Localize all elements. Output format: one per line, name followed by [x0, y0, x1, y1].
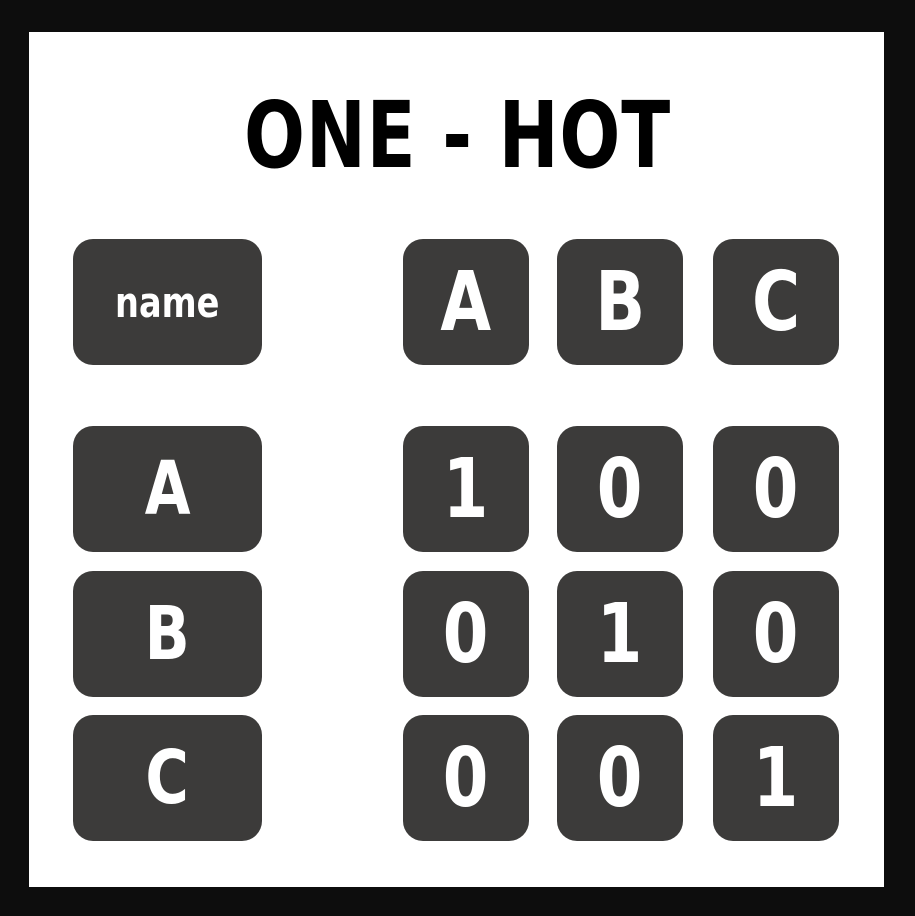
- cell-value: 1: [443, 441, 489, 537]
- row-label-c: C: [73, 715, 262, 841]
- cell-value: 0: [753, 441, 799, 537]
- cell-value: 0: [597, 441, 643, 537]
- cell-value: 1: [753, 730, 799, 826]
- header-column-label: C: [751, 254, 801, 350]
- header-name-tile: name: [73, 239, 262, 365]
- header-name-label: name: [115, 277, 220, 327]
- cell-a-b: 0: [557, 426, 683, 552]
- row-label: A: [144, 446, 191, 532]
- cell-c-b: 0: [557, 715, 683, 841]
- cell-b-a: 0: [403, 571, 529, 697]
- cell-c-a: 0: [403, 715, 529, 841]
- header-column-label: B: [594, 254, 645, 350]
- cell-value: 0: [597, 730, 643, 826]
- header-column-b: B: [557, 239, 683, 365]
- header-column-a: A: [403, 239, 529, 365]
- cell-b-c: 0: [713, 571, 839, 697]
- cell-value: 0: [443, 730, 489, 826]
- cell-c-c: 1: [713, 715, 839, 841]
- row-label-a: A: [73, 426, 262, 552]
- diagram-title: ONE - HOT: [244, 82, 671, 189]
- row-label-b: B: [73, 571, 262, 697]
- cell-a-c: 0: [713, 426, 839, 552]
- row-label: C: [145, 735, 190, 821]
- row-label: B: [144, 591, 191, 677]
- cell-value: 1: [597, 586, 643, 682]
- cell-value: 0: [443, 586, 489, 682]
- cell-b-b: 1: [557, 571, 683, 697]
- header-column-label: A: [440, 254, 492, 350]
- header-column-c: C: [713, 239, 839, 365]
- cell-a-a: 1: [403, 426, 529, 552]
- cell-value: 0: [753, 586, 799, 682]
